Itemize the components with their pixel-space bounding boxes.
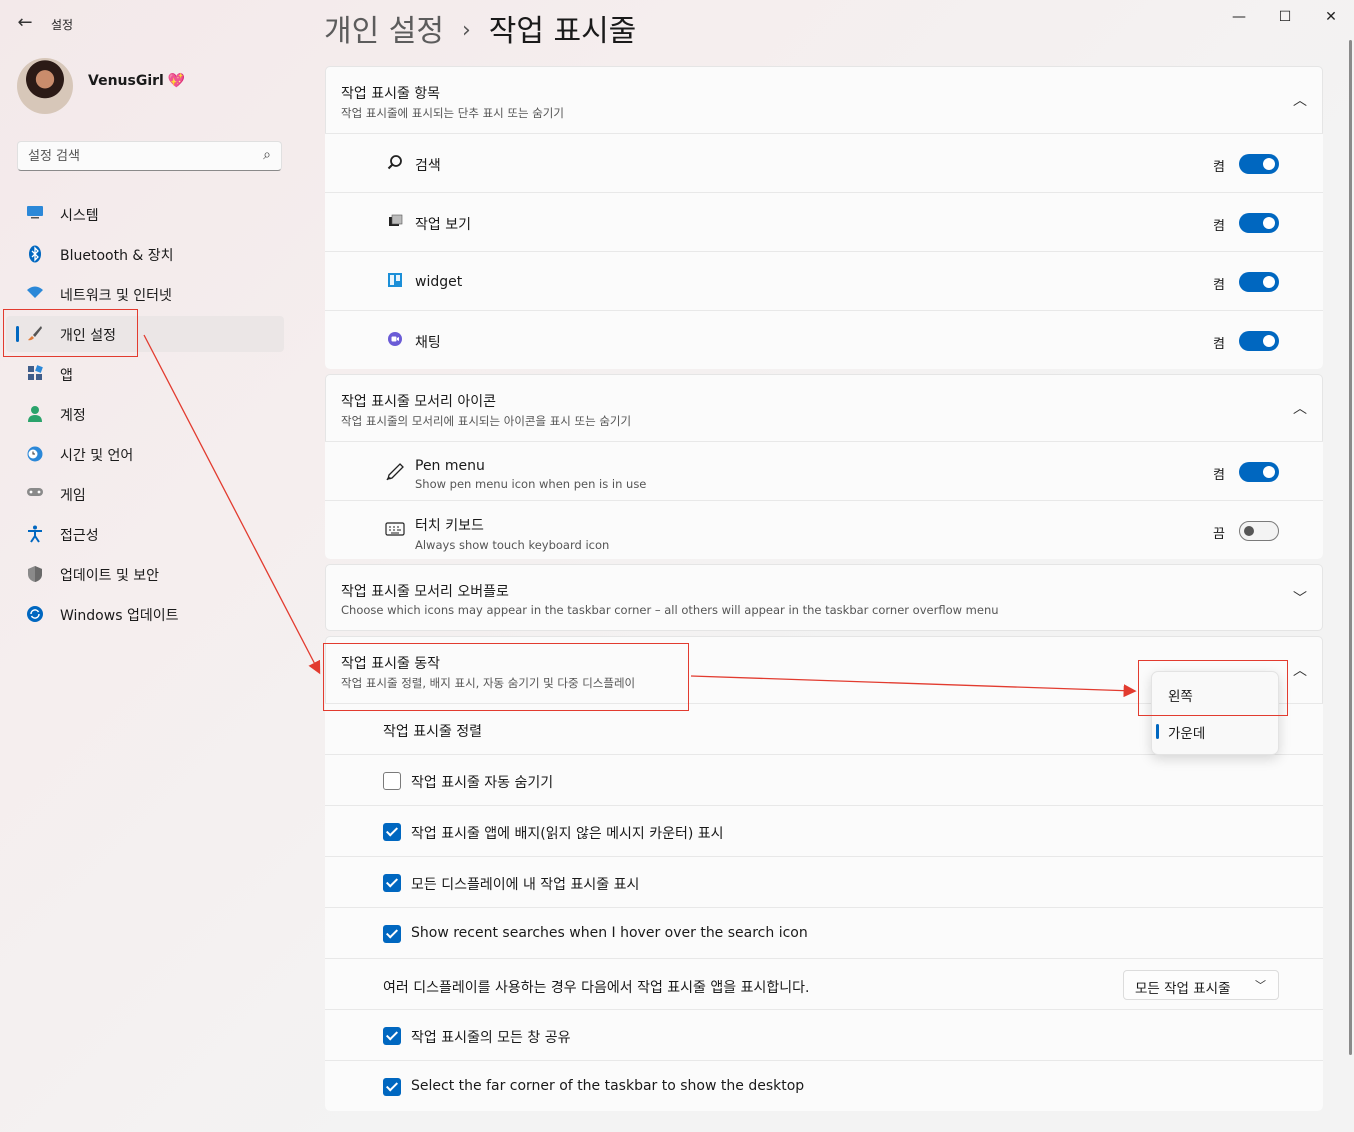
annotation-arrows (143, 334, 1137, 698)
scrollbar[interactable] (1349, 40, 1352, 1055)
